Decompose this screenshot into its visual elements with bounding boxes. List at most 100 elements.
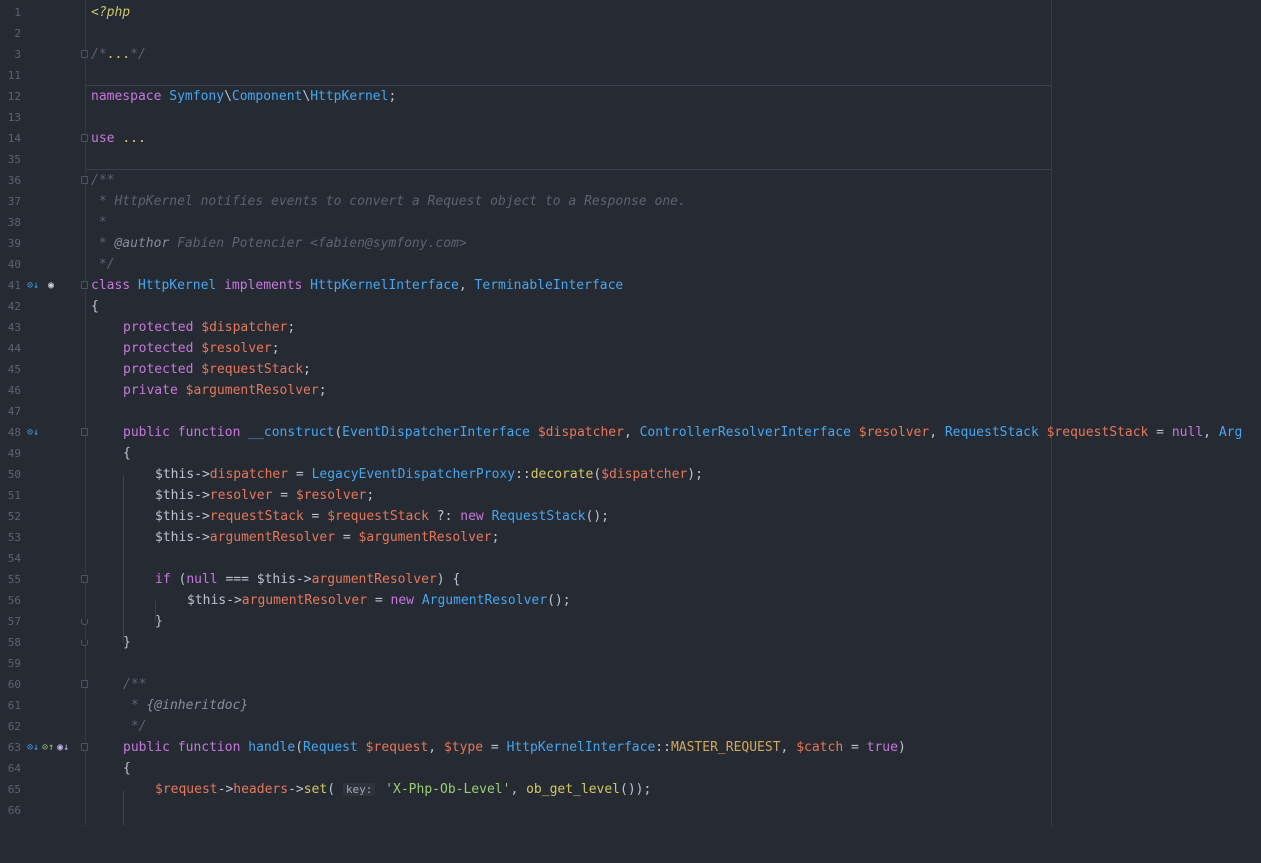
line-number: 64 [7, 762, 21, 775]
line-number: 40 [7, 258, 21, 271]
line-number: 62 [7, 720, 21, 733]
line-number: 57 [7, 615, 21, 628]
line-number: 52 [7, 510, 21, 523]
code-line[interactable]: 62 */ [0, 716, 1261, 737]
code-line[interactable]: 35 [0, 149, 1261, 170]
line-number: 41 [7, 279, 21, 292]
code-line[interactable]: 3 /*...*/ [0, 44, 1261, 65]
line-number: 42 [7, 300, 21, 313]
implemented-method-icon[interactable]: ⊙↓ [27, 427, 39, 438]
line-number: 55 [7, 573, 21, 586]
line-number: 49 [7, 447, 21, 460]
line-number: 51 [7, 489, 21, 502]
code-line[interactable]: 63 ⊙↓ ⊙↑ ◉↓ public function handle(Reque… [0, 737, 1261, 758]
code-line[interactable]: 57 } [0, 611, 1261, 632]
code-line[interactable]: 47 [0, 401, 1261, 422]
code-line[interactable]: 65 $request->headers->set( key: 'X-Php-O… [0, 779, 1261, 800]
doc-tag: {@inheritdoc} [146, 698, 249, 713]
code-line[interactable]: 36 /** [0, 170, 1261, 191]
implemented-method-icon[interactable]: ⊙↓ [27, 742, 39, 753]
code-line[interactable]: 39 * @author Fabien Potencier <fabien@sy… [0, 233, 1261, 254]
line-number: 61 [7, 699, 21, 712]
line-number: 39 [7, 237, 21, 250]
code-line[interactable]: 66 [0, 800, 1261, 821]
code-line[interactable]: 56 $this->argumentResolver = new Argumen… [0, 590, 1261, 611]
code-line[interactable]: 53 $this->argumentResolver = $argumentRe… [0, 527, 1261, 548]
line-number: 47 [7, 405, 21, 418]
line-number: 13 [7, 111, 21, 124]
code-line[interactable]: 59 [0, 653, 1261, 674]
code-line[interactable]: 61 * {@inheritdoc} [0, 695, 1261, 716]
line-number: 53 [7, 531, 21, 544]
code-line[interactable]: 51 $this->resolver = $resolver; [0, 485, 1261, 506]
php-open-tag: <?php [91, 5, 131, 20]
fold-toggle[interactable] [81, 680, 88, 688]
line-number: 60 [7, 678, 21, 691]
fold-toggle[interactable] [81, 176, 88, 184]
folded-region[interactable]: ... [107, 47, 130, 62]
code-editor[interactable]: 1 <?php 2 3 /*...*/ 11 12 namespace Symf… [0, 0, 1261, 826]
line-number: 63 [7, 741, 21, 754]
doc-tag: @author [114, 236, 170, 251]
code-line[interactable]: 38 * [0, 212, 1261, 233]
implemented-interface-icon[interactable]: ⊙↓ [27, 280, 39, 291]
code-line[interactable]: 58 } [0, 632, 1261, 653]
code-line[interactable]: 40 */ [0, 254, 1261, 275]
line-number: 35 [7, 153, 21, 166]
fold-toggle[interactable] [81, 619, 88, 625]
line-number: 11 [7, 69, 21, 82]
line-number: 44 [7, 342, 21, 355]
fold-toggle[interactable] [81, 50, 88, 58]
fold-toggle[interactable] [81, 428, 88, 436]
fold-toggle[interactable] [81, 575, 88, 583]
folded-region[interactable]: ... [122, 131, 145, 146]
code-line[interactable]: 1 <?php [0, 2, 1261, 23]
line-number: 1 [14, 6, 21, 19]
line-number: 56 [7, 594, 21, 607]
overrides-method-icon[interactable]: ⊙↑ [42, 742, 54, 753]
line-number: 54 [7, 552, 21, 565]
line-number: 58 [7, 636, 21, 649]
fold-toggle[interactable] [81, 640, 88, 646]
code-line[interactable]: 37 * HttpKernel notifies events to conve… [0, 191, 1261, 212]
line-number: 48 [7, 426, 21, 439]
overridden-class-icon[interactable]: ◉ [48, 280, 54, 291]
line-number: 3 [14, 48, 21, 61]
fold-toggle[interactable] [81, 281, 88, 289]
code-line[interactable]: 49 { [0, 443, 1261, 464]
code-line[interactable]: 44 protected $resolver; [0, 338, 1261, 359]
parameter-hint: key: [342, 783, 376, 796]
code-line[interactable]: 41 ⊙↓ ◉ class HttpKernel implements Http… [0, 275, 1261, 296]
code-line[interactable]: 45 protected $requestStack; [0, 359, 1261, 380]
code-line[interactable]: 54 [0, 548, 1261, 569]
line-number: 59 [7, 657, 21, 670]
line-number: 46 [7, 384, 21, 397]
code-line[interactable]: 11 [0, 65, 1261, 86]
code-line[interactable]: 64 { [0, 758, 1261, 779]
code-line[interactable]: 46 private $argumentResolver; [0, 380, 1261, 401]
fold-toggle[interactable] [81, 743, 88, 751]
code-line[interactable]: 12 namespace Symfony\Component\HttpKerne… [0, 86, 1261, 107]
implementing-method-icon[interactable]: ◉↓ [57, 742, 69, 753]
code-line[interactable]: 55 if (null === $this->argumentResolver)… [0, 569, 1261, 590]
code-line[interactable]: 60 /** [0, 674, 1261, 695]
code-line[interactable]: 13 [0, 107, 1261, 128]
fold-toggle[interactable] [81, 134, 88, 142]
code-line[interactable]: 52 $this->requestStack = $requestStack ?… [0, 506, 1261, 527]
line-number: 12 [7, 90, 21, 103]
code-line[interactable]: 50 $this->dispatcher = LegacyEventDispat… [0, 464, 1261, 485]
line-number: 45 [7, 363, 21, 376]
line-number: 14 [7, 132, 21, 145]
code-line[interactable]: 48 ⊙↓ public function __construct(EventD… [0, 422, 1261, 443]
line-number: 43 [7, 321, 21, 334]
line-number: 38 [7, 216, 21, 229]
line-number: 2 [14, 27, 21, 40]
code-line[interactable]: 14 use ... [0, 128, 1261, 149]
code-line[interactable]: 43 protected $dispatcher; [0, 317, 1261, 338]
code-line[interactable]: 42 { [0, 296, 1261, 317]
line-number: 36 [7, 174, 21, 187]
line-number: 50 [7, 468, 21, 481]
line-number: 66 [7, 804, 21, 817]
line-number: 37 [7, 195, 21, 208]
code-line[interactable]: 2 [0, 23, 1261, 44]
